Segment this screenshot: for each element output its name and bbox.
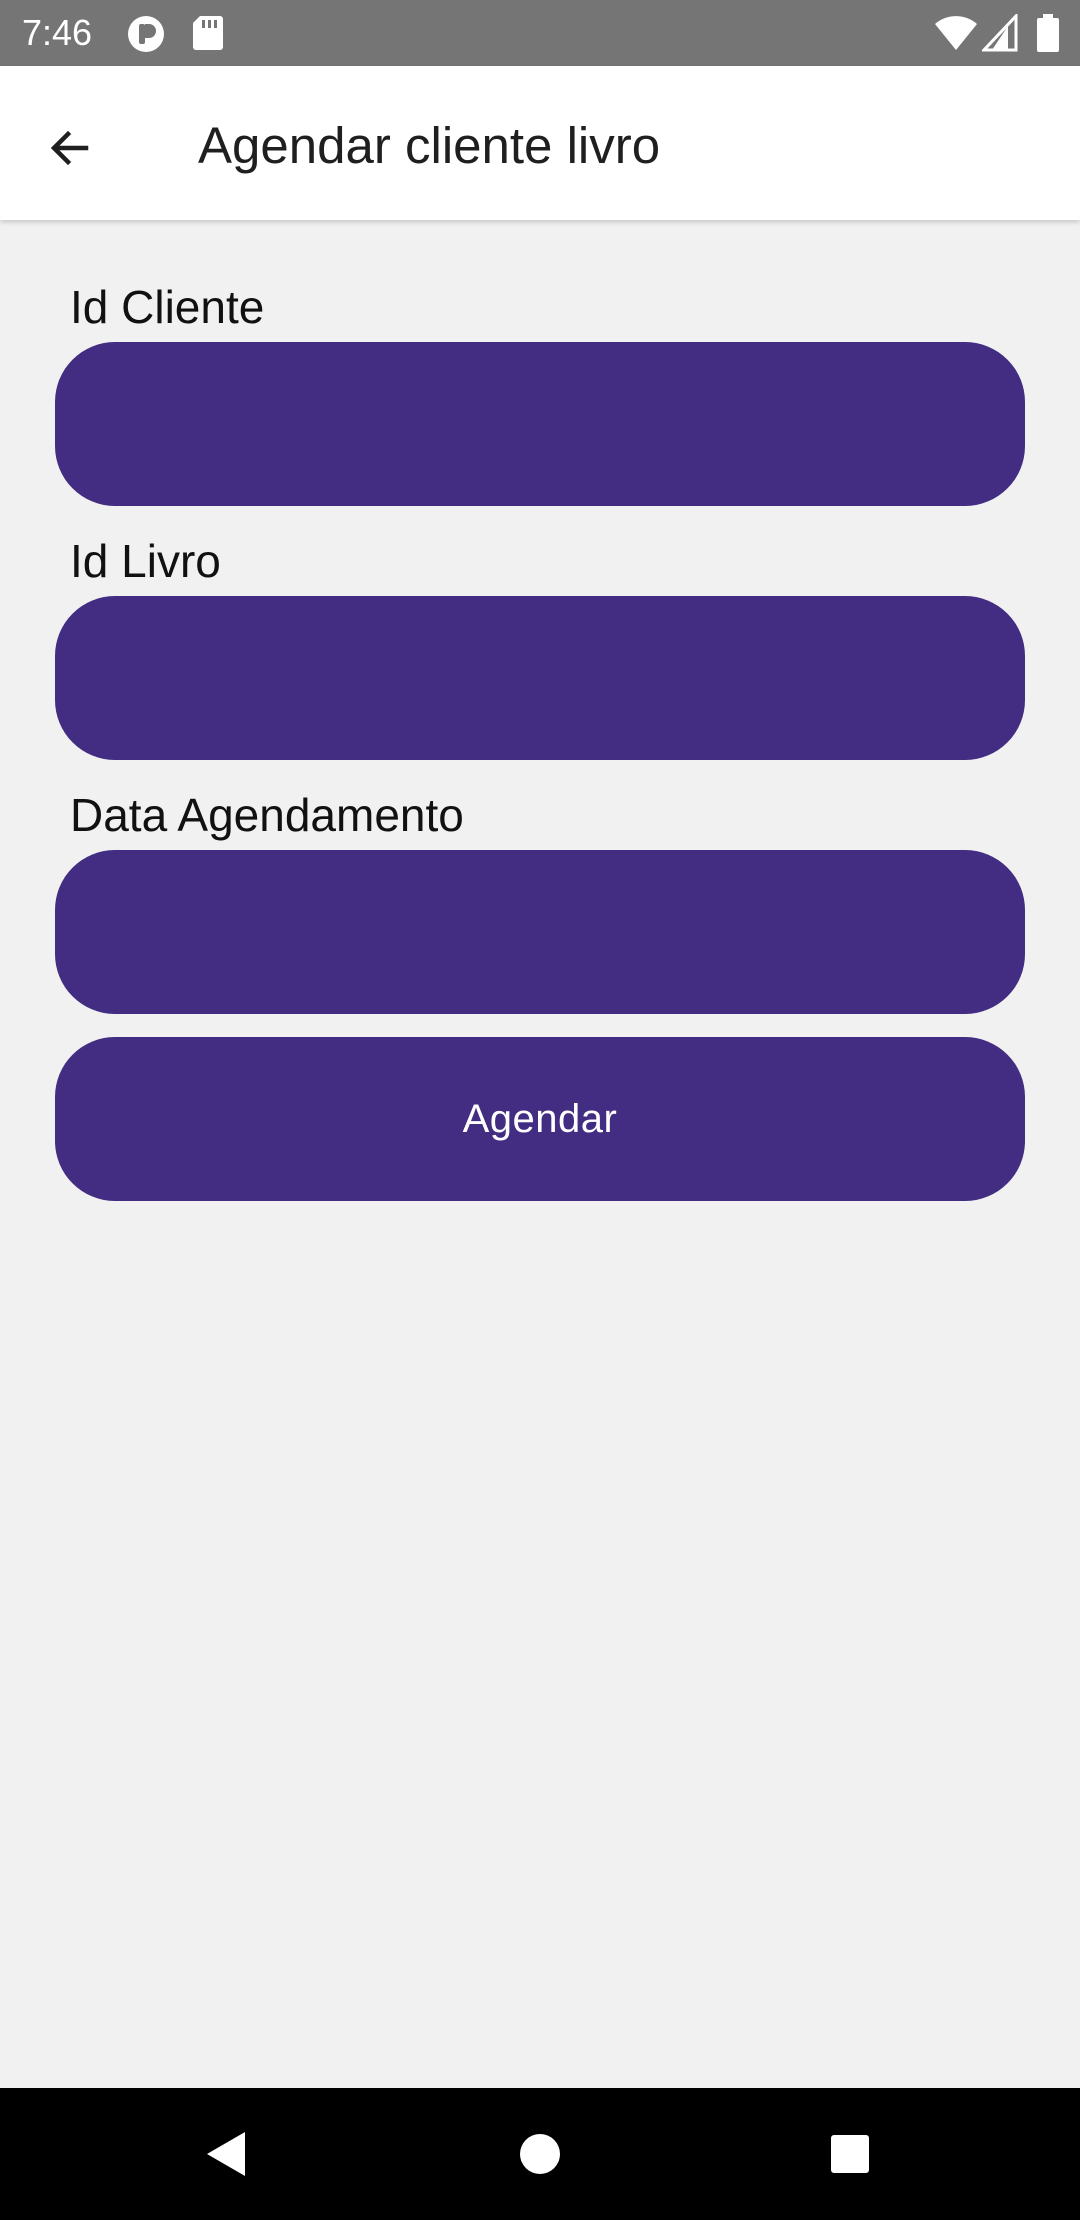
page-title: Agendar cliente livro (198, 117, 661, 174)
client-id-label: Id Cliente (70, 281, 265, 333)
system-nav-bar (0, 2088, 1080, 2220)
back-button[interactable] (30, 108, 110, 188)
book-id-input[interactable] (55, 596, 1025, 760)
recents-square-icon (831, 2135, 869, 2173)
wifi-icon (934, 14, 978, 57)
client-id-input[interactable] (55, 342, 1025, 506)
status-bar: 7:46 (0, 0, 1080, 66)
battery-icon (1036, 14, 1060, 57)
nav-back-button[interactable] (166, 2088, 286, 2220)
book-id-label: Id Livro (70, 535, 221, 587)
schedule-button[interactable]: Agendar (55, 1037, 1025, 1201)
schedule-date-label: Data Agendamento (70, 789, 464, 841)
back-triangle-icon (207, 2132, 245, 2176)
app-bar: Agendar cliente livro (0, 66, 1080, 220)
status-time: 7:46 (22, 12, 93, 53)
sd-card-icon (192, 14, 224, 57)
signal-icon (980, 12, 1018, 57)
home-circle-icon (520, 2134, 560, 2174)
arrow-left-icon (50, 130, 89, 166)
nav-recents-button[interactable] (790, 2088, 910, 2220)
schedule-date-input[interactable] (55, 850, 1025, 1014)
nav-home-button[interactable] (480, 2088, 600, 2220)
app-notification-icon (126, 14, 166, 59)
